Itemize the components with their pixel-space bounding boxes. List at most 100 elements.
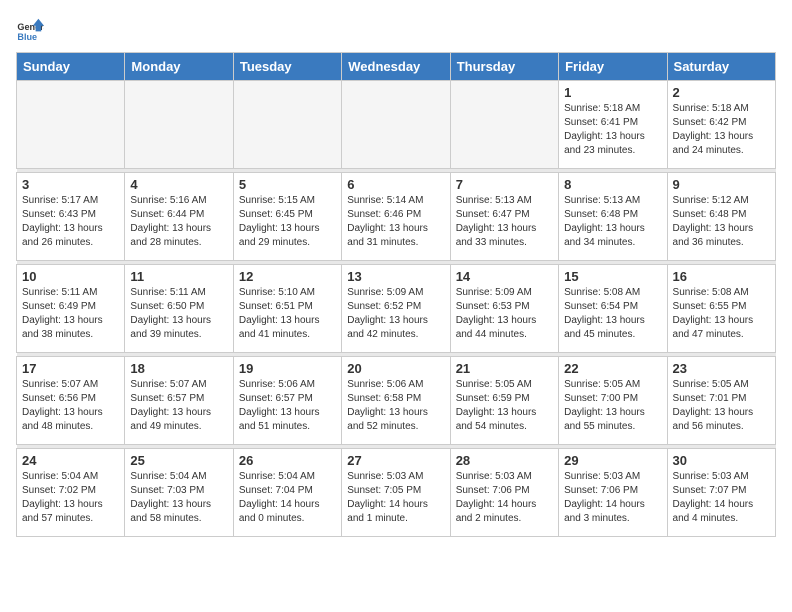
weekday-header-wednesday: Wednesday (342, 53, 450, 81)
day-number: 9 (673, 177, 770, 192)
day-detail: Sunrise: 5:18 AMSunset: 6:42 PMDaylight:… (673, 102, 770, 158)
calendar-cell: 27 Sunrise: 5:03 AMSunset: 7:05 PMDayligh… (342, 449, 450, 537)
calendar-cell: 30 Sunrise: 5:03 AMSunset: 7:07 PMDayligh… (667, 449, 775, 537)
calendar-week-2: 3 Sunrise: 5:17 AMSunset: 6:43 PMDaylight… (17, 173, 776, 261)
day-detail: Sunrise: 5:11 AMSunset: 6:49 PMDaylight:… (22, 286, 119, 342)
weekday-header-friday: Friday (559, 53, 667, 81)
calendar-cell: 4 Sunrise: 5:16 AMSunset: 6:44 PMDaylight… (125, 173, 233, 261)
calendar-cell (125, 81, 233, 169)
day-number: 12 (239, 269, 336, 284)
calendar-cell: 23Sunrise: 5:05 AMSunset: 7:01 PMDayligh… (667, 357, 775, 445)
day-number: 28 (456, 453, 553, 468)
calendar-week-5: 24Sunrise: 5:04 AMSunset: 7:02 PMDayligh… (17, 449, 776, 537)
calendar-cell: 14 Sunrise: 5:09 AMSunset: 6:53 PMDayligh… (450, 265, 558, 353)
calendar-cell: 22 Sunrise: 5:05 AMSunset: 7:00 PMDayligh… (559, 357, 667, 445)
day-detail: Sunrise: 5:13 AMSunset: 6:48 PMDaylight:… (564, 194, 661, 250)
day-detail: Sunrise: 5:15 AMSunset: 6:45 PMDaylight:… (239, 194, 336, 250)
weekday-header-tuesday: Tuesday (233, 53, 341, 81)
day-detail: Sunrise: 5:08 AMSunset: 6:54 PMDaylight:… (564, 286, 661, 342)
calendar-cell: 12 Sunrise: 5:10 AMSunset: 6:51 PMDayligh… (233, 265, 341, 353)
calendar-cell: 28 Sunrise: 5:03 AMSunset: 7:06 PMDayligh… (450, 449, 558, 537)
calendar-cell: 19 Sunrise: 5:06 AMSunset: 6:57 PMDayligh… (233, 357, 341, 445)
day-detail: Sunrise: 5:03 AMSunset: 7:07 PMDaylight:… (673, 470, 770, 526)
calendar-cell: 25 Sunrise: 5:04 AMSunset: 7:03 PMDayligh… (125, 449, 233, 537)
day-number: 25 (130, 453, 227, 468)
calendar-cell: 7Sunrise: 5:13 AMSunset: 6:47 PMDaylight… (450, 173, 558, 261)
svg-text:Blue: Blue (17, 32, 37, 42)
day-detail: Sunrise: 5:10 AMSunset: 6:51 PMDaylight:… (239, 286, 336, 342)
calendar-cell: 8 Sunrise: 5:13 AMSunset: 6:48 PMDaylight… (559, 173, 667, 261)
day-detail: Sunrise: 5:04 AMSunset: 7:04 PMDaylight:… (239, 470, 336, 526)
day-detail: Sunrise: 5:06 AMSunset: 6:58 PMDaylight:… (347, 378, 444, 434)
day-number: 10 (22, 269, 119, 284)
calendar-week-4: 17 Sunrise: 5:07 AMSunset: 6:56 PMDayligh… (17, 357, 776, 445)
day-number: 30 (673, 453, 770, 468)
calendar-body: 1 Sunrise: 5:18 AMSunset: 6:41 PMDaylight… (17, 81, 776, 537)
day-number: 2 (673, 85, 770, 100)
calendar-week-3: 10 Sunrise: 5:11 AMSunset: 6:49 PMDayligh… (17, 265, 776, 353)
day-detail: Sunrise: 5:06 AMSunset: 6:57 PMDaylight:… (239, 378, 336, 434)
calendar-cell (342, 81, 450, 169)
day-number: 18 (130, 361, 227, 376)
calendar-cell: 26 Sunrise: 5:04 AMSunset: 7:04 PMDayligh… (233, 449, 341, 537)
calendar-cell: 5 Sunrise: 5:15 AMSunset: 6:45 PMDaylight… (233, 173, 341, 261)
day-number: 8 (564, 177, 661, 192)
logo-icon: General Blue (16, 16, 44, 44)
day-detail: Sunrise: 5:03 AMSunset: 7:05 PMDaylight:… (347, 470, 444, 526)
day-number: 3 (22, 177, 119, 192)
day-detail: Sunrise: 5:14 AMSunset: 6:46 PMDaylight:… (347, 194, 444, 250)
day-detail: Sunrise: 5:12 AMSunset: 6:48 PMDaylight:… (673, 194, 770, 250)
day-number: 13 (347, 269, 444, 284)
calendar-cell (450, 81, 558, 169)
day-number: 15 (564, 269, 661, 284)
day-detail: Sunrise: 5:11 AMSunset: 6:50 PMDaylight:… (130, 286, 227, 342)
day-number: 1 (564, 85, 661, 100)
weekday-header-monday: Monday (125, 53, 233, 81)
day-number: 26 (239, 453, 336, 468)
calendar-cell: 20Sunrise: 5:06 AMSunset: 6:58 PMDayligh… (342, 357, 450, 445)
day-detail: Sunrise: 5:07 AMSunset: 6:56 PMDaylight:… (22, 378, 119, 434)
weekday-header-thursday: Thursday (450, 53, 558, 81)
calendar-cell: 10 Sunrise: 5:11 AMSunset: 6:49 PMDayligh… (17, 265, 125, 353)
weekday-header-saturday: Saturday (667, 53, 775, 81)
day-number: 22 (564, 361, 661, 376)
day-number: 23 (673, 361, 770, 376)
calendar-cell: 24Sunrise: 5:04 AMSunset: 7:02 PMDayligh… (17, 449, 125, 537)
calendar-cell: 11Sunrise: 5:11 AMSunset: 6:50 PMDayligh… (125, 265, 233, 353)
day-detail: Sunrise: 5:04 AMSunset: 7:03 PMDaylight:… (130, 470, 227, 526)
calendar-cell: 21Sunrise: 5:05 AMSunset: 6:59 PMDayligh… (450, 357, 558, 445)
day-detail: Sunrise: 5:09 AMSunset: 6:52 PMDaylight:… (347, 286, 444, 342)
day-number: 5 (239, 177, 336, 192)
day-detail: Sunrise: 5:04 AMSunset: 7:02 PMDaylight:… (22, 470, 119, 526)
day-detail: Sunrise: 5:18 AMSunset: 6:41 PMDaylight:… (564, 102, 661, 158)
calendar-cell: 16Sunrise: 5:08 AMSunset: 6:55 PMDayligh… (667, 265, 775, 353)
day-number: 16 (673, 269, 770, 284)
calendar-cell: 9 Sunrise: 5:12 AMSunset: 6:48 PMDaylight… (667, 173, 775, 261)
day-number: 29 (564, 453, 661, 468)
day-detail: Sunrise: 5:07 AMSunset: 6:57 PMDaylight:… (130, 378, 227, 434)
day-detail: Sunrise: 5:17 AMSunset: 6:43 PMDaylight:… (22, 194, 119, 250)
day-detail: Sunrise: 5:09 AMSunset: 6:53 PMDaylight:… (456, 286, 553, 342)
day-number: 4 (130, 177, 227, 192)
day-number: 27 (347, 453, 444, 468)
day-detail: Sunrise: 5:05 AMSunset: 6:59 PMDaylight:… (456, 378, 553, 434)
calendar-cell: 29Sunrise: 5:03 AMSunset: 7:06 PMDayligh… (559, 449, 667, 537)
day-number: 6 (347, 177, 444, 192)
day-number: 17 (22, 361, 119, 376)
weekday-header-sunday: Sunday (17, 53, 125, 81)
day-detail: Sunrise: 5:16 AMSunset: 6:44 PMDaylight:… (130, 194, 227, 250)
calendar-cell: 6 Sunrise: 5:14 AMSunset: 6:46 PMDaylight… (342, 173, 450, 261)
calendar-table: SundayMondayTuesdayWednesdayThursdayFrid… (16, 52, 776, 537)
day-number: 14 (456, 269, 553, 284)
logo: General Blue (16, 16, 44, 44)
calendar-cell (233, 81, 341, 169)
calendar-header: SundayMondayTuesdayWednesdayThursdayFrid… (17, 53, 776, 81)
calendar-cell: 13 Sunrise: 5:09 AMSunset: 6:52 PMDayligh… (342, 265, 450, 353)
calendar-cell: 18 Sunrise: 5:07 AMSunset: 6:57 PMDayligh… (125, 357, 233, 445)
calendar-cell: 15 Sunrise: 5:08 AMSunset: 6:54 PMDayligh… (559, 265, 667, 353)
day-detail: Sunrise: 5:03 AMSunset: 7:06 PMDaylight:… (456, 470, 553, 526)
calendar-cell: 2 Sunrise: 5:18 AMSunset: 6:42 PMDaylight… (667, 81, 775, 169)
day-number: 7 (456, 177, 553, 192)
day-detail: Sunrise: 5:05 AMSunset: 7:00 PMDaylight:… (564, 378, 661, 434)
day-number: 19 (239, 361, 336, 376)
